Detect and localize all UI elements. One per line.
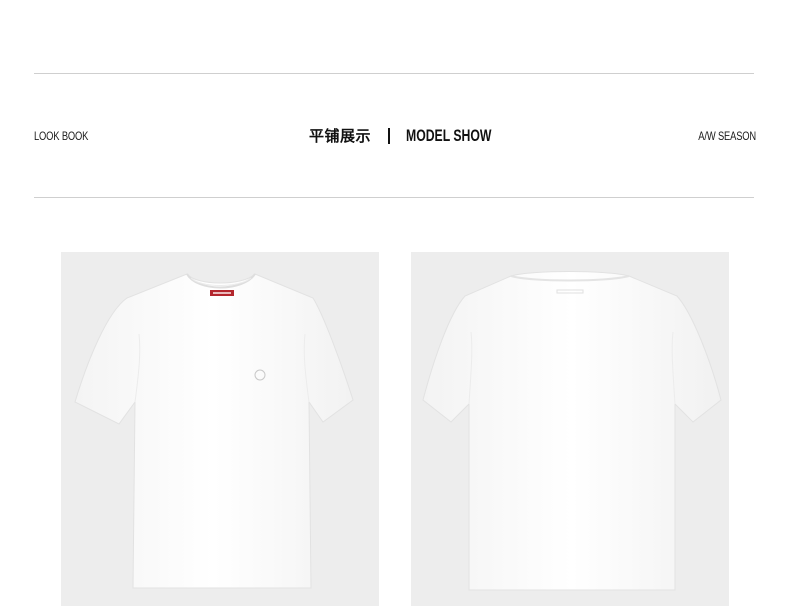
section-title-en: MODEL SHOW bbox=[406, 125, 492, 145]
section-header: LOOK BOOK 平铺展示 MODEL SHOW A/W SEASON bbox=[0, 120, 790, 154]
tshirt-front-icon bbox=[74, 273, 354, 589]
title-separator bbox=[388, 127, 391, 144]
section-title-cn: 平铺展示 bbox=[309, 127, 372, 145]
bottom-divider bbox=[34, 197, 754, 198]
look-book-label: LOOK BOOK bbox=[34, 129, 89, 143]
tshirt-front-photo bbox=[61, 252, 379, 606]
tshirt-back-icon bbox=[422, 271, 722, 591]
section-title: 平铺展示 MODEL SHOW bbox=[309, 125, 525, 146]
top-divider bbox=[34, 73, 754, 74]
tshirt-back-photo bbox=[411, 252, 729, 606]
season-label: A/W SEASON bbox=[698, 129, 756, 143]
